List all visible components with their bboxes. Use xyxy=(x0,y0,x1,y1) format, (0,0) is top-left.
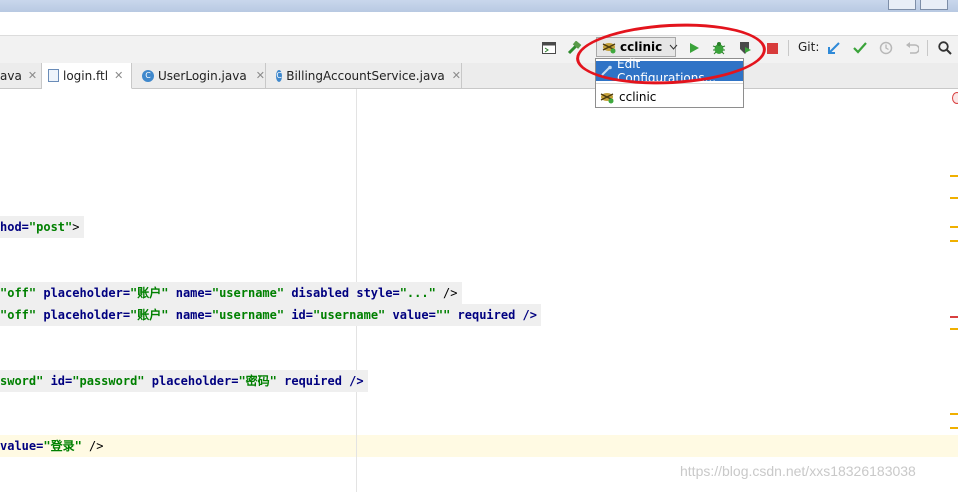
java-class-icon: C xyxy=(276,69,283,82)
watermark: https://blog.csdn.net/xxs18326183038 xyxy=(680,463,916,479)
error-indicator-icon[interactable] xyxy=(952,92,958,104)
git-update-icon[interactable] xyxy=(826,38,842,58)
close-icon[interactable]: ✕ xyxy=(114,69,123,82)
marker-stripe[interactable] xyxy=(950,197,958,199)
code-line: "off" placeholder="账户" name="username" i… xyxy=(0,304,541,326)
code-line: value="登录" /> xyxy=(0,439,104,453)
minimize-button[interactable] xyxy=(888,0,916,10)
dropdown-item-label: cclinic xyxy=(619,90,657,104)
tab-label: ava xyxy=(0,68,22,83)
tab-login-ftl[interactable]: login.ftl ✕ xyxy=(42,63,132,89)
java-class-icon: C xyxy=(142,69,154,82)
code-line: hod="post"> xyxy=(0,216,84,238)
git-label: Git: xyxy=(798,40,820,54)
code-line: sword" id="password" placeholder="密码" re… xyxy=(0,370,368,392)
marker-stripe[interactable] xyxy=(950,328,958,330)
stop-icon[interactable] xyxy=(764,38,780,58)
marker-stripe[interactable] xyxy=(950,316,958,318)
marker-stripe[interactable] xyxy=(950,413,958,415)
tab-label: UserLogin.java xyxy=(158,68,247,83)
restore-button[interactable] xyxy=(920,0,948,10)
caret-row-highlight xyxy=(0,435,958,457)
marker-stripe[interactable] xyxy=(950,226,958,228)
git-commit-icon[interactable] xyxy=(852,38,868,58)
close-icon[interactable]: ✕ xyxy=(28,69,37,82)
tab-label: login.ftl xyxy=(63,68,109,83)
tab-label: BillingAccountService.java xyxy=(286,68,445,83)
close-icon[interactable]: ✕ xyxy=(256,69,265,82)
marker-stripe[interactable] xyxy=(950,240,958,242)
run-config-item-cclinic[interactable]: cclinic xyxy=(596,87,743,107)
run-config-icon xyxy=(599,90,615,104)
tab-userlogin-java[interactable]: C UserLogin.java ✕ xyxy=(132,63,266,88)
search-icon[interactable] xyxy=(936,38,954,58)
marker-stripe[interactable] xyxy=(950,175,958,177)
toolbar-separator xyxy=(927,40,928,56)
tab-java-partial[interactable]: ava ✕ xyxy=(0,63,42,88)
window-title-bar xyxy=(0,0,958,12)
toolbar-separator xyxy=(788,40,789,56)
code-line: "off" placeholder="账户" name="username" d… xyxy=(0,282,462,304)
marker-stripe[interactable] xyxy=(950,427,958,429)
terminal-icon[interactable] xyxy=(541,38,557,58)
revert-icon[interactable] xyxy=(904,38,920,58)
history-icon[interactable] xyxy=(878,38,894,58)
editor-tab-bar: ava ✕ login.ftl ✕ C UserLogin.java ✕ C Bill… xyxy=(0,63,958,89)
ftl-file-icon xyxy=(48,69,59,82)
close-icon[interactable]: ✕ xyxy=(452,69,461,82)
tab-billingaccountservice-java[interactable]: C BillingAccountService.java ✕ xyxy=(266,63,462,88)
